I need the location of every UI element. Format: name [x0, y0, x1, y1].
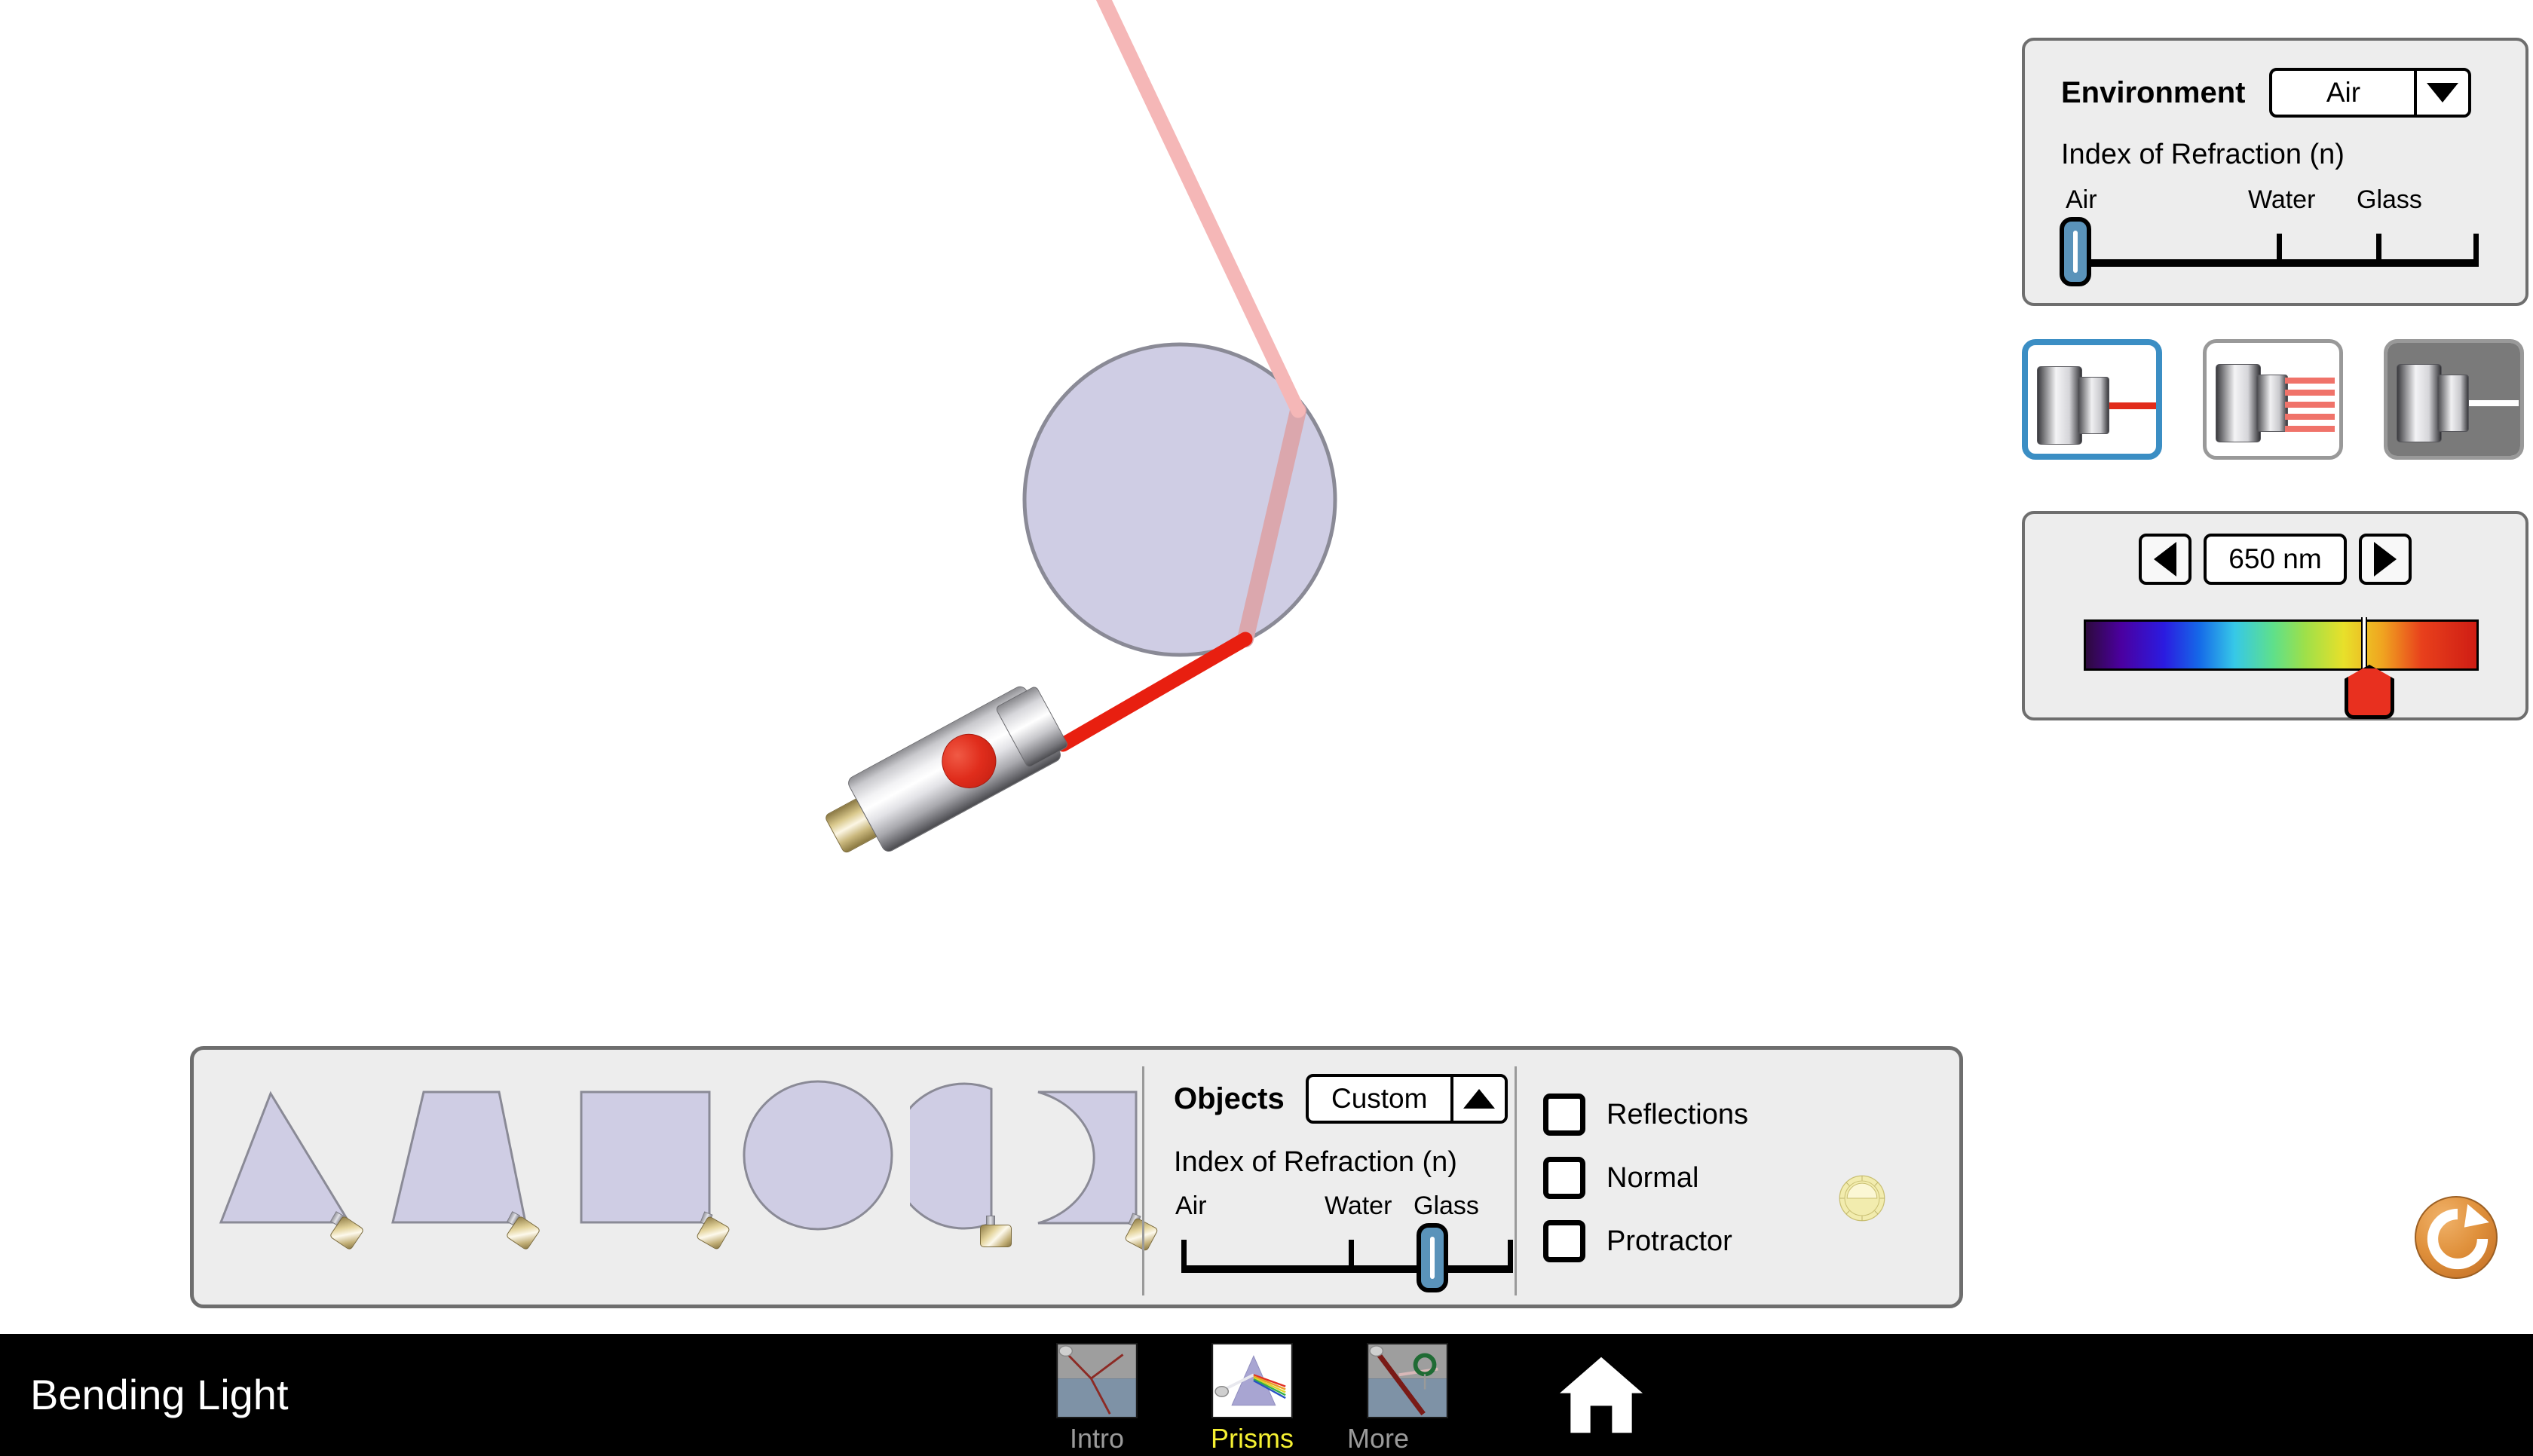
checkbox-box[interactable] [1543, 1157, 1585, 1199]
single-ray-icon [2109, 402, 2156, 409]
objects-index-label: Index of Refraction (n) [1174, 1146, 1457, 1178]
laser-icon-body [2037, 366, 2082, 445]
wavelength-cursor [2361, 617, 2367, 673]
environment-row: Environment Air [2061, 68, 2472, 118]
environment-selected-value: Air [2326, 77, 2361, 108]
toolbox-divider [1515, 1066, 1517, 1295]
wavelength-spectrum-track[interactable] [2084, 619, 2479, 671]
tick-water [2277, 234, 2282, 267]
laser-icon-nose [2078, 377, 2109, 434]
objects-slider-thumb[interactable] [1417, 1223, 1448, 1292]
wavelength-slider-thumb[interactable] [2345, 665, 2394, 719]
checkbox-label: Reflections [1606, 1098, 1748, 1130]
label-glass: Glass [2357, 185, 2422, 214]
objects-title: Objects [1174, 1081, 1285, 1115]
screen-tabs: Intro Prisms More [1037, 1343, 1468, 1456]
tick-end [1508, 1240, 1513, 1273]
label-air: Air [2066, 185, 2097, 214]
label-water: Water [2248, 185, 2316, 214]
objects-row: Objects Custom [1174, 1074, 1508, 1124]
slider-track[interactable] [2072, 259, 2479, 267]
laser-icon-nose [2256, 375, 2288, 432]
tab-thumbnail-prisms [1211, 1343, 1293, 1418]
tab-label-more-tools: More Tools [1347, 1423, 1410, 1456]
multi-ray-icon [2285, 426, 2335, 432]
chevron-up-icon[interactable] [1450, 1077, 1505, 1121]
laser-icon-nose [2437, 375, 2469, 432]
reset-all-button[interactable] [2415, 1196, 2498, 1279]
prism-trapezoid[interactable] [382, 1075, 548, 1253]
tick-glass [2376, 234, 2381, 267]
label-glass: Glass [1414, 1191, 1479, 1220]
checkbox-protractor[interactable]: Protractor [1543, 1220, 1732, 1262]
multi-ray-icon [2285, 378, 2335, 384]
label-water: Water [1325, 1191, 1392, 1220]
laser-mode-buttons [2022, 339, 2528, 460]
tick-water [1349, 1240, 1354, 1273]
tab-intro[interactable]: Intro [1037, 1343, 1157, 1454]
tab-label-prisms: Prisms [1211, 1423, 1294, 1454]
prism-triangle[interactable] [213, 1075, 372, 1253]
multi-ray-icon [2285, 402, 2335, 408]
label-air: Air [1175, 1191, 1207, 1220]
wavelength-increment-button[interactable] [2359, 534, 2412, 585]
checkbox-box[interactable] [1543, 1094, 1585, 1136]
tab-prisms[interactable]: Prisms [1192, 1343, 1312, 1454]
laser-icon-body [2397, 364, 2442, 442]
tab-label-intro: Intro [1069, 1423, 1125, 1454]
laser-mode-many-beams[interactable] [2203, 339, 2343, 460]
checkbox-reflections[interactable]: Reflections [1543, 1094, 1748, 1136]
prism-circle[interactable] [743, 1077, 901, 1246]
prism-toolbox: Objects Custom Index of Refraction (n) A… [190, 1046, 1963, 1308]
environment-slider-thumb[interactable] [2060, 217, 2091, 286]
reset-all-icon [2427, 1204, 2489, 1270]
objects-dropdown[interactable]: Custom [1305, 1074, 1508, 1124]
checkbox-label: Normal [1606, 1161, 1699, 1194]
environment-title: Environment [2061, 75, 2246, 109]
objects-ior-slider[interactable]: Air Water Glass [1175, 1191, 1513, 1292]
protractor-icon [1839, 1175, 1885, 1222]
multi-ray-icon [2285, 390, 2335, 396]
slider-track[interactable] [1181, 1265, 1513, 1273]
navigation-bar: Bending Light Intro Prisms More [0, 1334, 2533, 1456]
tick-end [2473, 234, 2479, 267]
tab-thumbnail-intro [1056, 1343, 1138, 1418]
chevron-down-icon[interactable] [2414, 71, 2469, 115]
wavelength-controls: 650 nm [2025, 534, 2525, 585]
triangle-right-icon [2374, 542, 2397, 577]
prism-diverging-lens[interactable] [1031, 1075, 1159, 1253]
laser-mode-white-light[interactable] [2384, 339, 2524, 460]
tick-air [1181, 1240, 1187, 1273]
simulation-stage: Environment Air Index of Refraction (n) … [0, 0, 2533, 1456]
checkbox-box[interactable] [1543, 1220, 1585, 1262]
home-icon[interactable] [1556, 1354, 1646, 1436]
objects-selected-value: Custom [1331, 1083, 1428, 1114]
simulation-title: Bending Light [30, 1371, 289, 1418]
prism-semicircle[interactable] [890, 1075, 1031, 1253]
checkbox-label: Protractor [1606, 1225, 1732, 1257]
prism-square[interactable] [571, 1075, 731, 1253]
laser-icon-body [2216, 364, 2261, 442]
environment-panel: Environment Air Index of Refraction (n) … [2022, 38, 2528, 306]
environment-index-label: Index of Refraction (n) [2061, 139, 2345, 170]
white-ray-icon [2469, 400, 2519, 406]
checkbox-normal[interactable]: Normal [1543, 1157, 1698, 1199]
incident-ray [1055, 632, 1253, 752]
laser-mode-one-beam[interactable] [2022, 339, 2162, 460]
wavelength-decrement-button[interactable] [2139, 534, 2191, 585]
environment-ior-slider[interactable]: Air Water Glass [2060, 185, 2479, 286]
tab-more-tools[interactable]: More Tools [1347, 1343, 1468, 1456]
wavelength-value[interactable]: 650 nm [2204, 534, 2347, 585]
multi-ray-icon [2285, 414, 2335, 420]
wavelength-panel: 650 nm [2022, 511, 2528, 720]
drag-handle[interactable] [980, 1225, 1012, 1247]
environment-dropdown[interactable]: Air [2269, 68, 2472, 118]
toolbox-divider [1142, 1066, 1144, 1295]
triangle-left-icon [2154, 542, 2176, 577]
tab-thumbnail-more-tools [1367, 1343, 1448, 1418]
